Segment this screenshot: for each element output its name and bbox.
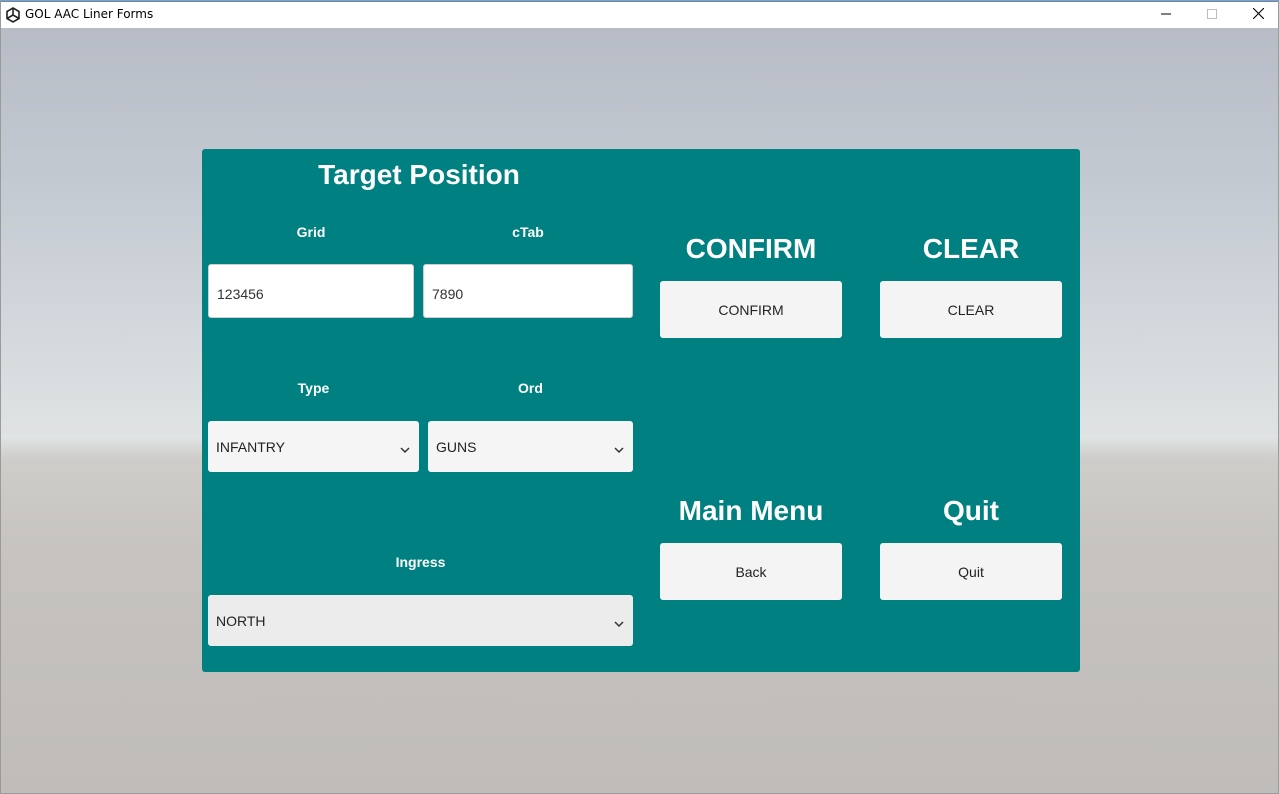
back-button[interactable]: Back — [660, 543, 842, 600]
ord-dropdown[interactable]: GUNS — [428, 421, 633, 472]
clear-button[interactable]: CLEAR — [880, 281, 1062, 338]
chevron-down-icon — [613, 616, 625, 627]
ctab-input[interactable] — [423, 264, 633, 318]
minimize-icon — [1161, 6, 1171, 24]
maximize-icon — [1207, 6, 1217, 24]
minimize-button[interactable] — [1143, 2, 1189, 28]
chevron-down-icon — [399, 442, 411, 453]
window-title: GOL AAC Liner Forms — [25, 7, 154, 21]
quit-heading: Quit — [943, 495, 999, 526]
ingress-dropdown[interactable]: NORTH — [208, 595, 633, 646]
quit-button[interactable]: Quit — [880, 543, 1062, 600]
type-label: Type — [297, 380, 330, 396]
type-selected-value: INFANTRY — [216, 438, 285, 455]
grid-label: Grid — [296, 224, 326, 240]
ingress-label: Ingress — [395, 554, 446, 570]
ord-label: Ord — [518, 380, 543, 396]
close-icon — [1252, 6, 1264, 24]
game-viewport: Target Position Grid cTab Type INFANTRY … — [1, 28, 1278, 793]
title-bar[interactable]: GOL AAC Liner Forms — [1, 1, 1278, 28]
target-position-panel: Target Position Grid cTab Type INFANTRY … — [202, 149, 1080, 672]
confirm-heading: CONFIRM — [685, 233, 817, 264]
panel-title: Target Position — [318, 159, 520, 190]
maximize-button[interactable] — [1189, 2, 1235, 28]
ord-selected-value: GUNS — [436, 438, 477, 455]
chevron-down-icon — [613, 442, 625, 453]
main-menu-heading: Main Menu — [678, 495, 824, 526]
ctab-label: cTab — [512, 224, 544, 240]
type-dropdown[interactable]: INFANTRY — [208, 421, 419, 472]
ingress-selected-value: NORTH — [216, 612, 266, 629]
close-button[interactable] — [1235, 2, 1279, 28]
grid-input[interactable] — [208, 264, 414, 318]
unity-logo-icon — [5, 7, 21, 23]
app-window: GOL AAC Liner Forms Target Position Grid… — [0, 0, 1279, 794]
confirm-button[interactable]: CONFIRM — [660, 281, 842, 338]
clear-heading: CLEAR — [922, 233, 1020, 264]
